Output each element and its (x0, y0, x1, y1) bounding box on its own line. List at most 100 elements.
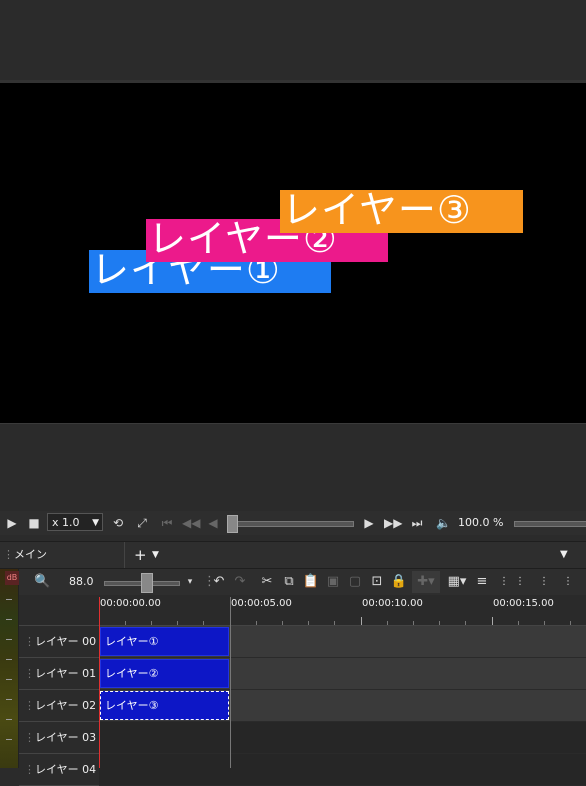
undo-icon[interactable]: ↶ (210, 571, 228, 593)
meter-tick (6, 639, 12, 640)
snap-icon[interactable]: ✚▾ (412, 571, 440, 593)
cut-icon[interactable]: ✂ (258, 571, 276, 593)
ruler-tick (308, 621, 309, 625)
play-icon[interactable]: ▶ (4, 513, 20, 533)
grip-icon: ⋮ (24, 699, 35, 712)
track-lane-00[interactable]: レイヤー① (99, 626, 586, 658)
ruler-tick (439, 621, 440, 625)
meter-tick (6, 619, 12, 620)
grip-icon: ⋮ (24, 731, 35, 744)
ruler-tick (256, 621, 257, 625)
ruler-tick (151, 621, 152, 625)
zoom-value: 88.0 (69, 575, 94, 588)
next-keyframe-icon[interactable]: ⋮ (538, 571, 550, 593)
grip-icon: ⋮ (24, 763, 35, 776)
step-back-icon[interactable]: ◀ (206, 513, 220, 533)
previous-frame-icon[interactable]: ◀◀ (182, 513, 200, 533)
seek-thumb[interactable] (227, 515, 238, 533)
playback-bar: ▶ ■ x 1.0 ▼ ⟲ ⤢ ⏮ ◀◀ ◀ ▶ ▶▶ ⏭ 🔈 100.0 % (0, 511, 586, 535)
zoom-thumb[interactable] (141, 573, 153, 593)
track-header-01[interactable]: ⋮ レイヤー 01 (19, 658, 99, 690)
stop-icon[interactable]: ■ (26, 513, 42, 533)
meter-tick (6, 719, 12, 720)
track-lane-03[interactable] (99, 722, 586, 754)
zoom-menu-icon[interactable]: ▾ (185, 571, 195, 593)
track-lane-04[interactable] (99, 754, 586, 786)
meter-tick (6, 659, 12, 660)
time-ruler[interactable]: 00:00:00.00 00:00:05.00 00:00:10.00 00:0… (19, 595, 586, 626)
next-frame-icon[interactable]: ▶▶ (384, 513, 402, 533)
speed-select[interactable]: x 1.0 ▼ (47, 513, 103, 531)
speed-value: x 1.0 (52, 516, 80, 529)
volume-icon[interactable]: 🔈 (436, 513, 451, 533)
skip-to-end-icon[interactable]: ⏭ (408, 513, 426, 533)
preview-margin (0, 423, 586, 512)
ruler-tick (177, 621, 178, 625)
add-tab-button[interactable]: + (134, 542, 147, 568)
timeline-clip-1[interactable]: レイヤー① (100, 627, 229, 656)
db-label: dB (5, 571, 19, 585)
skip-to-start-icon[interactable]: ⏮ (160, 513, 174, 533)
track-header-03[interactable]: ⋮ レイヤー 03 (19, 722, 99, 754)
zoom-icon[interactable]: 🔍 (34, 571, 50, 593)
meter-tick (6, 679, 12, 680)
track-lane-02[interactable]: レイヤー③ (99, 690, 586, 722)
track-name: レイヤー 00 (35, 635, 97, 648)
playhead[interactable] (99, 597, 100, 768)
clip-end-marker (230, 597, 231, 768)
track-lane-01[interactable]: レイヤー② (99, 658, 586, 690)
ruler-tick (413, 621, 414, 625)
ungroup-icon[interactable]: ▢ (346, 571, 364, 593)
timeline-tab-bar: ⋮ メイン + ▼ ▼ (0, 541, 586, 569)
tab-menu-icon[interactable]: ▼ (560, 542, 568, 568)
keyframe-menu-icon[interactable]: ⋮ (562, 571, 574, 593)
ruler-tick (544, 621, 545, 625)
grip-icon: ⋮ (3, 548, 14, 561)
ruler-tick (465, 621, 466, 625)
paste-icon[interactable]: 📋 (302, 571, 320, 593)
audio-meter: dB (0, 569, 19, 768)
ruler-tick (203, 621, 204, 625)
grip-icon: ⋮ (24, 667, 35, 680)
ruler-label: 00:00:05.00 (231, 598, 292, 609)
preview-canvas[interactable]: レイヤー① レイヤー② レイヤー③ (0, 83, 586, 423)
meter-tick (6, 699, 12, 700)
resize-icon[interactable]: ⤢ (133, 513, 151, 533)
track-name: レイヤー 02 (35, 699, 97, 712)
prev-keyframe-icon[interactable]: ⋮ (514, 571, 526, 593)
group-icon[interactable]: ▣ (324, 571, 342, 593)
ruler-tick (282, 621, 283, 625)
timeline-clip-2[interactable]: レイヤー② (100, 659, 229, 688)
seek-track[interactable] (234, 521, 354, 527)
timeline-clip-3[interactable]: レイヤー③ (100, 691, 229, 720)
top-panel (0, 0, 586, 83)
volume-slider[interactable] (514, 521, 586, 527)
ruler-tick (361, 617, 362, 625)
chevron-down-icon[interactable]: ▼ (152, 542, 159, 568)
track-header-00[interactable]: ⋮ レイヤー 00 (19, 626, 99, 658)
loop-icon[interactable]: ⟲ (109, 513, 127, 533)
ruler-tick (334, 621, 335, 625)
ruler-tick (570, 621, 571, 625)
grip-icon: ⋮ (24, 635, 35, 648)
track-name: レイヤー 01 (35, 667, 97, 680)
preview-layer-3-text[interactable]: レイヤー③ (280, 190, 523, 233)
link-icon[interactable]: ⊡ (368, 571, 386, 593)
ruler-tick (518, 621, 519, 625)
tab-main-label: メイン (14, 548, 47, 561)
redo-icon[interactable]: ↷ (231, 571, 249, 593)
track-name: レイヤー 04 (35, 763, 97, 776)
ruler-label: 00:00:10.00 (362, 598, 423, 609)
ruler-tick (492, 617, 493, 625)
add-keyframe-icon[interactable]: ⋮ (498, 571, 510, 593)
grid-icon[interactable]: ▦▾ (444, 571, 470, 593)
meter-tick (6, 599, 12, 600)
meter-tick (6, 739, 12, 740)
tab-main[interactable]: ⋮ メイン (0, 542, 125, 568)
step-forward-icon[interactable]: ▶ (360, 513, 378, 533)
lock-icon[interactable]: 🔒 (390, 571, 408, 593)
track-header-04[interactable]: ⋮ レイヤー 04 (19, 754, 99, 786)
copy-icon[interactable]: ⧉ (280, 571, 298, 593)
align-icon[interactable]: ≡ (474, 571, 490, 593)
track-header-02[interactable]: ⋮ レイヤー 02 (19, 690, 99, 722)
